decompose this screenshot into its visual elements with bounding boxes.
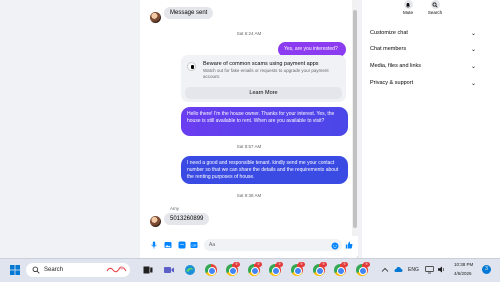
chrome-icon[interactable] — [205, 264, 217, 276]
scam-card-title: Beware of common scams using payment app… — [203, 61, 319, 67]
mute-button[interactable]: Mute — [398, 0, 418, 15]
sticker-icon[interactable] — [178, 241, 186, 249]
clock-date[interactable]: 4/6/2026 — [454, 271, 472, 276]
media-files-links-row[interactable]: Media, files and links ⌄ — [370, 63, 476, 70]
message-bubble-outgoing[interactable]: Hello there! I'm the house owner. Thanks… — [181, 107, 348, 136]
row-label: Customize chat — [370, 30, 408, 36]
row-label: Privacy & support — [370, 80, 414, 86]
volume-icon[interactable] — [437, 265, 446, 274]
mute-label: Mute — [402, 10, 413, 15]
message-input[interactable]: Aa — [204, 239, 342, 251]
notification-center-badge[interactable]: 3 — [482, 265, 491, 274]
chevron-down-icon: ⌄ — [470, 81, 476, 87]
thumbs-up-icon[interactable] — [345, 241, 353, 249]
learn-more-button[interactable]: Learn More — [185, 87, 342, 99]
bell-icon — [403, 0, 413, 9]
notification-badge: 9 — [298, 262, 305, 267]
gif-icon[interactable]: GIF — [190, 241, 198, 249]
monitor-icon[interactable] — [425, 265, 434, 274]
notification-badge: 9 — [363, 262, 370, 267]
notification-badge: 9 — [341, 262, 348, 267]
chevron-down-icon: ⌄ — [470, 47, 476, 53]
timestamp: Sat 6:24 AM — [236, 31, 262, 36]
cloud-icon[interactable] — [394, 265, 403, 274]
notification-badge: 9 — [276, 262, 283, 267]
timestamp: Sat 8:57 AM — [236, 144, 262, 149]
chat-members-row[interactable]: Chat members ⌄ — [370, 46, 476, 53]
clock-time[interactable]: 10:38 PM — [454, 262, 473, 267]
scrollbar-thumb[interactable] — [353, 10, 357, 228]
row-label: Chat members — [370, 46, 407, 52]
microphone-icon[interactable] — [150, 241, 158, 249]
search-icon — [430, 0, 440, 9]
notification-badge: 9 — [233, 262, 240, 267]
search-conversation-button[interactable]: Search — [425, 0, 445, 15]
language-indicator[interactable]: ENG — [408, 267, 419, 273]
windows-start-icon[interactable] — [9, 264, 21, 276]
image-icon[interactable] — [164, 241, 172, 249]
timestamp: Sat 9:38 AM — [236, 193, 262, 198]
contact-avatar[interactable] — [150, 216, 161, 227]
meet-now-icon[interactable] — [163, 264, 175, 276]
notification-badge: 9 — [320, 262, 327, 267]
message-bubble-outgoing[interactable]: I need a good and responsible tenant. ki… — [181, 156, 348, 184]
message-bubble-incoming[interactable]: Message sent — [164, 7, 214, 19]
edge-browser-icon[interactable] — [184, 264, 196, 276]
chevron-up-icon[interactable] — [381, 266, 389, 274]
chevron-down-icon: ⌄ — [470, 31, 476, 37]
contact-avatar[interactable] — [150, 12, 161, 23]
task-view-icon[interactable] — [142, 264, 154, 276]
scam-warning-card: Beware of common scams using payment app… — [181, 55, 346, 102]
sender-name: Amy — [170, 206, 179, 211]
scam-card-description: Watch out for fake emails or requests to… — [203, 68, 329, 79]
search-highlight-icon[interactable] — [106, 265, 128, 274]
search-icon — [32, 266, 40, 274]
search-label: Search — [427, 10, 443, 15]
lock-icon — [187, 62, 196, 71]
privacy-support-row[interactable]: Privacy & support ⌄ — [370, 80, 476, 87]
svg-text:GIF: GIF — [192, 244, 197, 248]
emoji-icon[interactable] — [331, 242, 339, 250]
chevron-down-icon: ⌄ — [470, 64, 476, 70]
notification-badge: 9 — [255, 262, 262, 267]
message-bubble-incoming[interactable]: 5013260899 — [164, 213, 210, 225]
customize-chat-row[interactable]: Customize chat ⌄ — [370, 30, 476, 37]
chat-info-pane — [362, 0, 500, 258]
row-label: Media, files and links — [370, 63, 422, 69]
